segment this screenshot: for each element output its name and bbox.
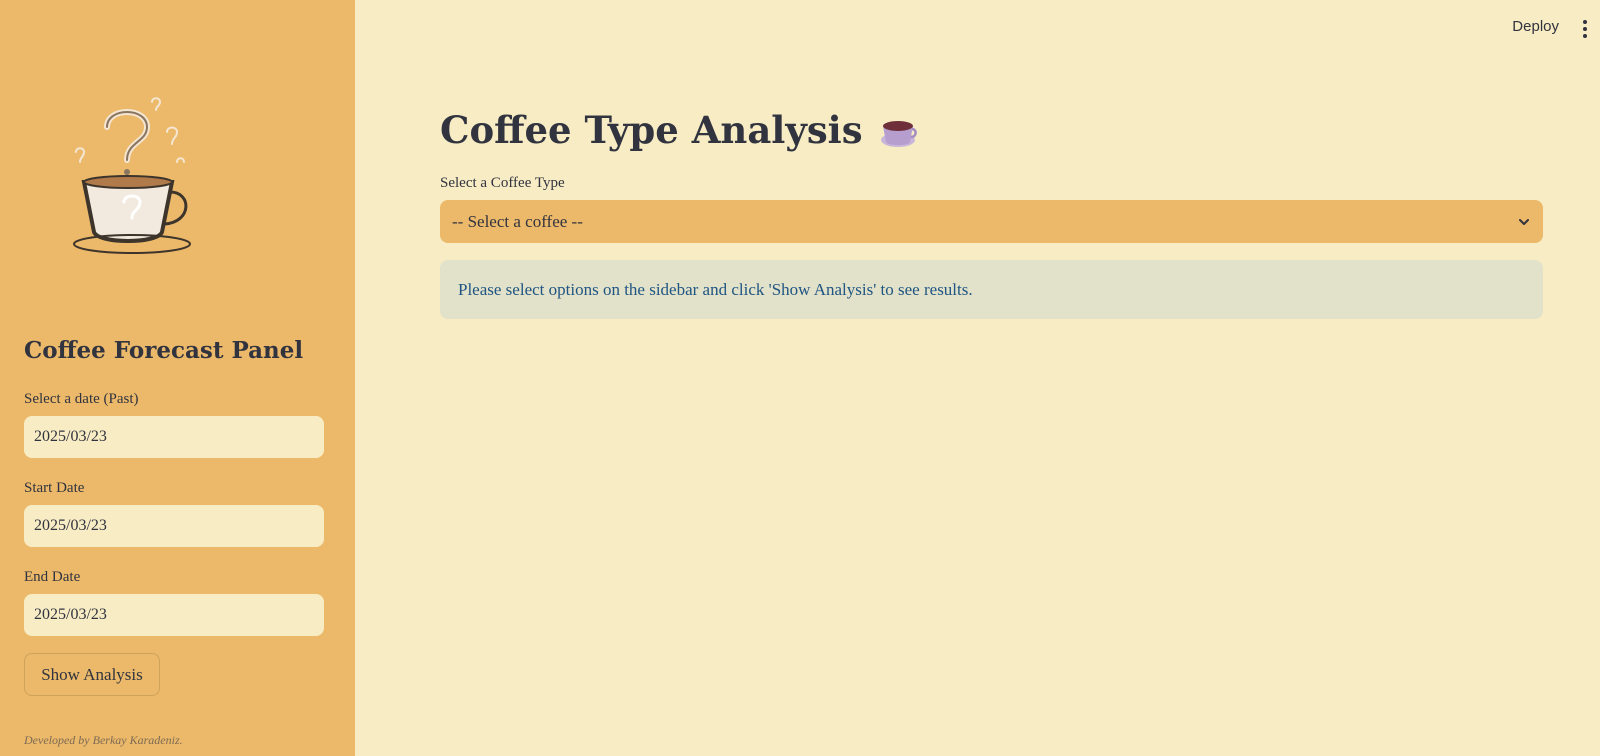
panel-title: Coffee Forecast Panel [24, 337, 304, 364]
coffee-type-select[interactable]: -- Select a coffee -- [440, 200, 1543, 243]
page-title: Coffee Type Analysis [440, 108, 917, 152]
end-date-input[interactable] [24, 594, 324, 636]
coffee-type-select-value: -- Select a coffee -- [452, 211, 583, 231]
coffee-cup-icon [880, 121, 917, 147]
chevron-down-icon [1519, 218, 1529, 225]
show-analysis-button[interactable]: Show Analysis [24, 653, 160, 696]
date-past-label: Select a date (Past) [24, 391, 139, 407]
coffee-cup-question-icon [73, 97, 191, 254]
info-message-text: Please select options on the sidebar and… [458, 279, 973, 299]
deploy-button[interactable]: Deploy [1512, 18, 1559, 35]
coffee-type-label: Select a Coffee Type [440, 175, 565, 191]
footer-credit: Developed by Berkay Karadeniz. [24, 733, 183, 747]
info-message: Please select options on the sidebar and… [440, 260, 1543, 319]
sidebar: Coffee Forecast Panel Select a date (Pas… [0, 0, 355, 756]
start-date-label: Start Date [24, 480, 85, 496]
page-title-text: Coffee Type Analysis [440, 108, 863, 152]
kebab-menu-icon[interactable] [1582, 20, 1588, 38]
date-past-input[interactable] [24, 416, 324, 458]
end-date-label: End Date [24, 569, 81, 585]
start-date-input[interactable] [24, 505, 324, 547]
